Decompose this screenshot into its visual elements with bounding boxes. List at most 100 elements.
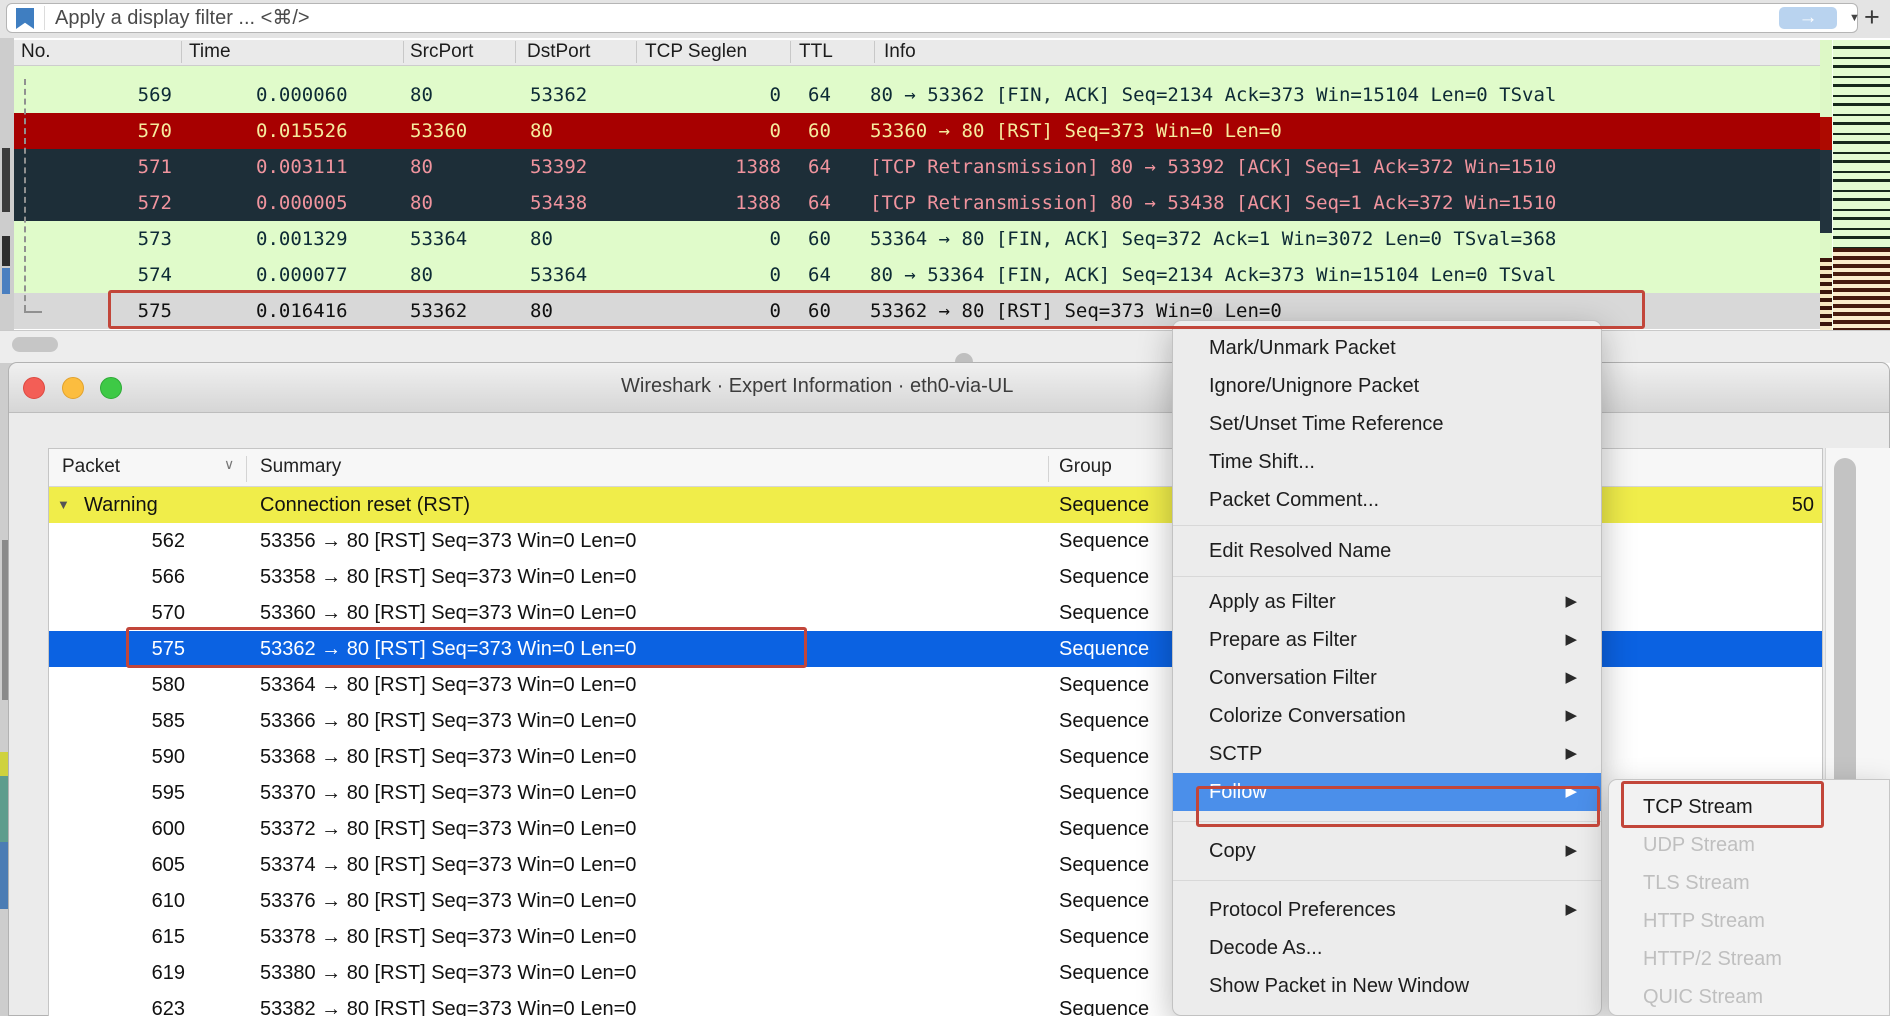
packet-list-header[interactable]: No. Time SrcPort DstPort TCP Seglen TTL … <box>14 40 1820 66</box>
col-group[interactable]: Group <box>1059 456 1112 478</box>
col-packet[interactable]: Packet <box>62 456 120 478</box>
filter-dropdown-caret-icon[interactable]: ▼ <box>1849 12 1860 24</box>
cell-ttl: 60 <box>808 120 831 142</box>
col-info[interactable]: Info <box>884 41 916 63</box>
cell-group: Sequence <box>1059 530 1150 552</box>
menu-item-sctp[interactable]: SCTP ▶ <box>1173 735 1601 773</box>
menu-item-edit-resolved-name[interactable]: Edit Resolved Name <box>1173 532 1601 570</box>
table-row[interactable]: 571 0.003111 80 53392 1388 64 [TCP Retra… <box>14 149 1820 185</box>
submenu-item-http-stream: HTTP Stream <box>1643 910 1765 932</box>
menu-item-decode-as[interactable]: Decode As... <box>1173 929 1601 967</box>
menu-item-conversation-filter[interactable]: Conversation Filter ▶ <box>1173 659 1601 697</box>
packet-minimap-scrollbar[interactable] <box>1820 40 1890 330</box>
cell-time: 0.000060 <box>256 84 348 106</box>
menu-item-protocol-preferences[interactable]: Protocol Preferences ▶ <box>1173 891 1601 929</box>
cell-summary: 53360 → 80 [RST] Seq=373 Win=0 Len=0 <box>260 602 637 624</box>
annotation-box-packet-575 <box>108 290 1645 329</box>
submenu-arrow-icon: ▶ <box>1565 745 1577 762</box>
col-ttl[interactable]: TTL <box>799 41 833 63</box>
menu-item-time-shift[interactable]: Time Shift... <box>1173 443 1601 481</box>
cell-srcport: 80 <box>410 192 433 214</box>
table-row-partial[interactable] <box>14 66 1820 77</box>
cell-no: 574 <box>137 264 172 286</box>
zoom-button[interactable] <box>100 377 122 399</box>
cell-time: 0.015526 <box>256 120 348 142</box>
divider <box>790 41 791 63</box>
col-no[interactable]: No. <box>21 41 51 63</box>
menu-item-colorize-conversation[interactable]: Colorize Conversation ▶ <box>1173 697 1601 735</box>
cell-group: Sequence <box>1059 782 1150 804</box>
menu-item-time-reference[interactable]: Set/Unset Time Reference <box>1173 405 1601 443</box>
packet-context-menu: Mark/Unmark Packet Ignore/Unignore Packe… <box>1172 320 1602 1016</box>
apply-filter-button[interactable]: → <box>1779 7 1837 29</box>
table-row[interactable]: 569 0.000060 80 53362 0 64 80 → 53362 [F… <box>14 77 1820 113</box>
menu-separator <box>1173 576 1601 577</box>
cell-summary: 53366 → 80 [RST] Seq=373 Win=0 Len=0 <box>260 710 637 732</box>
cell-packet: 615 <box>151 926 185 948</box>
submenu-item-quic-stream: QUIC Stream <box>1643 986 1764 1008</box>
cell-seglen: 0 <box>769 84 781 106</box>
submenu-item-tls-stream: TLS Stream <box>1643 872 1750 894</box>
cell-info: 80 → 53362 [FIN, ACK] Seq=2134 Ack=373 W… <box>870 84 1557 106</box>
menu-item-prepare-as-filter[interactable]: Prepare as Filter ▶ <box>1173 621 1601 659</box>
cell-group: Sequence <box>1059 962 1150 984</box>
col-dstport[interactable]: DstPort <box>527 41 590 63</box>
expand-triangle-icon[interactable]: ▼ <box>57 487 70 523</box>
window-titlebar[interactable]: Wireshark · Expert Information · eth0-vi… <box>9 363 1889 413</box>
submenu-item-http2-stream: HTTP/2 Stream <box>1643 948 1782 970</box>
annotation-box-follow <box>1196 786 1600 827</box>
cell-seglen: 0 <box>769 120 781 142</box>
cell-packet: 570 <box>151 602 185 624</box>
cell-packet: 623 <box>151 998 185 1016</box>
cell-ttl: 64 <box>808 156 831 178</box>
filter-toolbar: → ▼ <box>0 0 1890 38</box>
cell-group: Sequence <box>1059 674 1150 696</box>
cell-dstport: 53364 <box>530 264 588 286</box>
cell-summary: 53376 → 80 [RST] Seq=373 Win=0 Len=0 <box>260 890 637 912</box>
col-srcport[interactable]: SrcPort <box>410 41 473 63</box>
table-row[interactable]: 572 0.000005 80 53438 1388 64 [TCP Retra… <box>14 185 1820 221</box>
menu-item-packet-comment[interactable]: Packet Comment... <box>1173 481 1601 519</box>
divider <box>1048 456 1049 482</box>
minimize-button[interactable] <box>62 377 84 399</box>
cell-summary: 53378 → 80 [RST] Seq=373 Win=0 Len=0 <box>260 926 637 948</box>
related-packets-line <box>24 79 26 311</box>
cell-info: 80 → 53364 [FIN, ACK] Seq=2134 Ack=373 W… <box>870 264 1557 286</box>
cell-summary: 53380 → 80 [RST] Seq=373 Win=0 Len=0 <box>260 962 637 984</box>
cell-no: 572 <box>137 192 172 214</box>
add-filter-button[interactable]: + <box>1864 2 1880 33</box>
horizontal-scrollbar-thumb[interactable] <box>12 337 58 352</box>
col-summary[interactable]: Summary <box>260 456 341 478</box>
cell-ttl: 60 <box>808 228 831 250</box>
menu-item-apply-as-filter[interactable]: Apply as Filter ▶ <box>1173 583 1601 621</box>
cell-summary: 53368 → 80 [RST] Seq=373 Win=0 Len=0 <box>260 746 637 768</box>
menu-item-copy[interactable]: Copy ▶ <box>1173 832 1601 870</box>
cell-group: Sequence <box>1059 926 1150 948</box>
table-row[interactable]: 570 0.015526 53360 80 0 60 53360 → 80 [R… <box>14 113 1820 149</box>
cell-info: [TCP Retransmission] 80 → 53438 [ACK] Se… <box>870 192 1557 214</box>
submenu-arrow-icon: ▶ <box>1565 631 1577 648</box>
table-row[interactable]: 573 0.001329 53364 80 0 60 53364 → 80 [F… <box>14 221 1820 257</box>
cell-dstport: 80 <box>530 120 553 142</box>
menu-item-ignore-unignore[interactable]: Ignore/Unignore Packet <box>1173 367 1601 405</box>
cell-group: Sequence <box>1059 998 1150 1016</box>
submenu-arrow-icon: ▶ <box>1565 593 1577 610</box>
wireshark-screen: → ▼ + No. Time SrcPort DstPort TCP Segle… <box>0 0 1890 1016</box>
menu-item-show-packet-in-new-window[interactable]: Show Packet in New Window <box>1173 967 1601 1005</box>
cell-time: 0.003111 <box>256 156 348 178</box>
display-filter-field[interactable]: → ▼ <box>6 3 1860 33</box>
cell-srcport: 80 <box>410 264 433 286</box>
display-filter-input[interactable] <box>53 4 1633 32</box>
col-seglen[interactable]: TCP Seglen <box>645 41 747 63</box>
bookmark-icon[interactable] <box>16 8 34 29</box>
cell-time: 0.000005 <box>256 192 348 214</box>
col-time[interactable]: Time <box>189 41 231 63</box>
cell-no: 573 <box>137 228 172 250</box>
cell-srcport: 53360 <box>410 120 468 142</box>
menu-item-mark-unmark[interactable]: Mark/Unmark Packet <box>1173 329 1601 367</box>
cell-summary: Connection reset (RST) <box>260 494 471 516</box>
close-button[interactable] <box>23 377 45 399</box>
cell-packet: 619 <box>151 962 185 984</box>
table-row[interactable]: 574 0.000077 80 53364 0 64 80 → 53364 [F… <box>14 257 1820 293</box>
divider <box>246 456 247 482</box>
